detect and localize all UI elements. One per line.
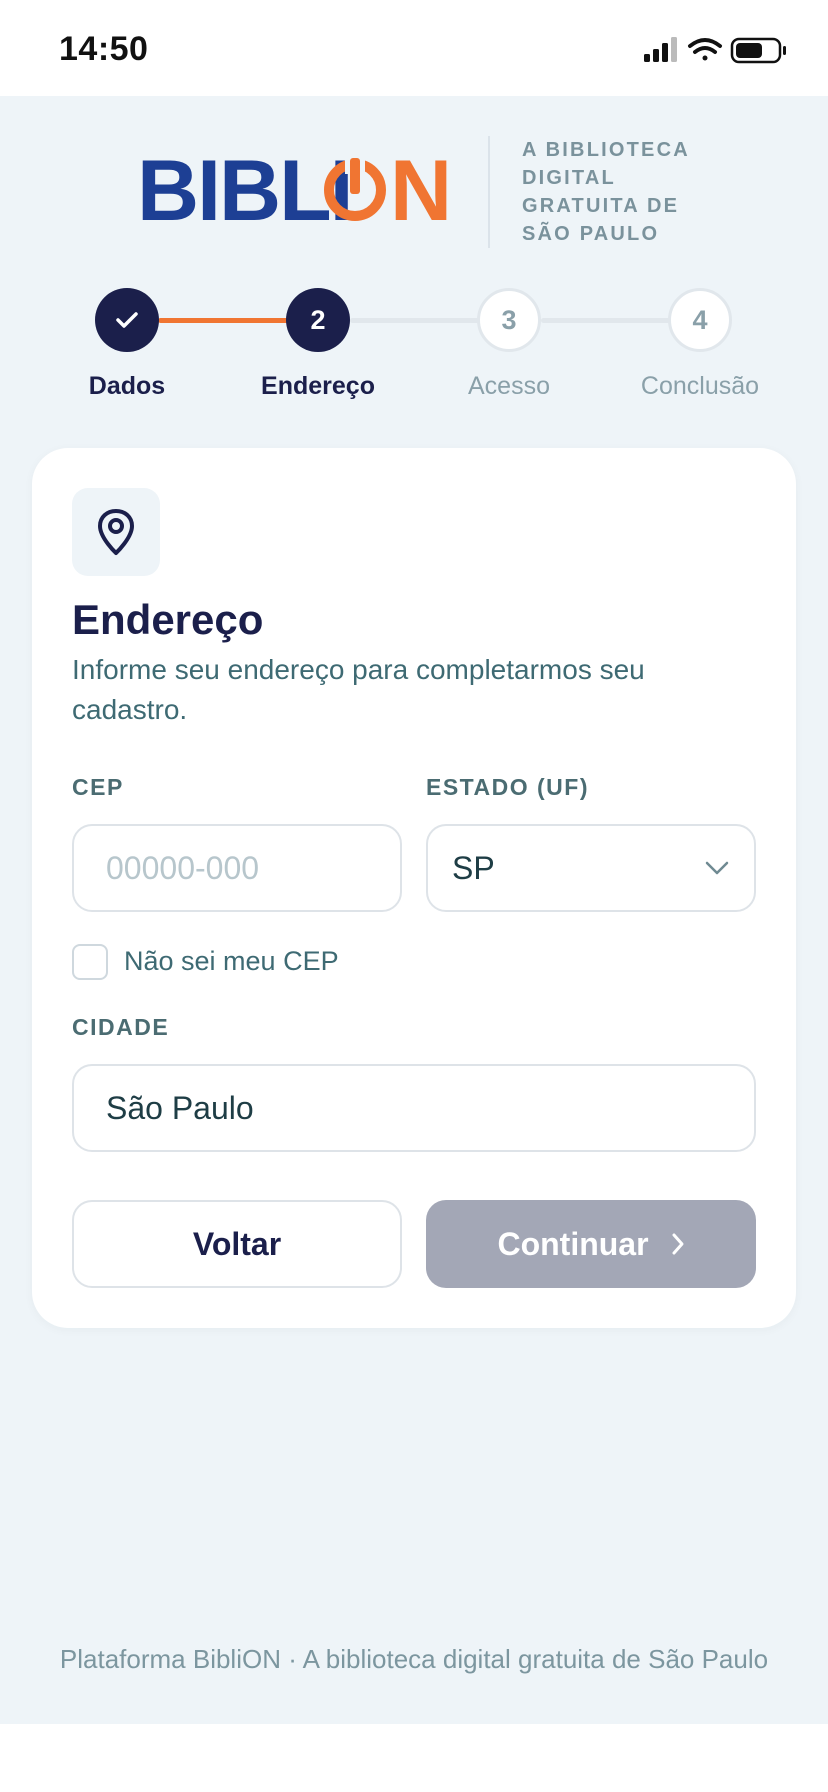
cep-label: CEP: [72, 774, 124, 800]
address-form-card: Endereço Informe seu endereço para compl…: [32, 448, 796, 1328]
estado-selected-value: SP: [452, 849, 495, 886]
signal-wifi-battery-icons: [644, 37, 786, 64]
estado-label: ESTADO (UF): [426, 774, 590, 800]
step-1-circle: [95, 288, 159, 352]
step-2-label: Endereço: [261, 372, 375, 400]
step-1-label: Dados: [88, 372, 166, 400]
step-3-circle: 3: [477, 288, 541, 352]
brand-tagline: A BIBLIOTECA DIGITAL GRATUITA DE SÃO PAU…: [522, 136, 722, 248]
logo-text-bibli: BIBLI: [137, 152, 352, 227]
step-4-label: Conclusão: [640, 372, 760, 400]
chevron-right-icon: [671, 1232, 685, 1256]
continue-button[interactable]: Continuar: [426, 1200, 756, 1288]
unknown-cep-checkbox[interactable]: [72, 944, 108, 980]
status-icons: [644, 36, 794, 64]
tagline-line: A BIBLIOTECA: [522, 139, 690, 161]
step-connector: [350, 318, 484, 323]
card-icon-container: [72, 488, 160, 576]
back-button[interactable]: Voltar: [72, 1200, 402, 1288]
unknown-cep-label[interactable]: Não sei meu CEP: [124, 946, 339, 977]
card-subtitle: Informe seu endereço para completarmos s…: [72, 654, 645, 725]
battery-icon: [730, 37, 786, 64]
back-button-label: Voltar: [192, 1225, 282, 1262]
logo-text-n: N: [390, 152, 452, 227]
cep-input[interactable]: [72, 824, 402, 912]
status-bar: 14:50: [0, 0, 828, 96]
status-time: 14:50: [59, 30, 149, 68]
step-connector: [541, 318, 675, 323]
biblion-logo: BIBLI N: [137, 143, 457, 239]
chevron-down-icon: [705, 861, 729, 875]
wifi-icon: [688, 38, 722, 61]
step-2-circle: 2: [286, 288, 350, 352]
step-3-label: Acesso: [468, 372, 550, 400]
tagline-line: DIGITAL: [522, 167, 616, 189]
map-pin-icon: [98, 509, 134, 555]
tagline-line: GRATUITA DE: [522, 195, 680, 217]
logo-divider: [488, 136, 490, 248]
cidade-label: CIDADE: [72, 1014, 170, 1040]
signal-icon: [644, 37, 677, 62]
cidade-input[interactable]: [72, 1064, 756, 1152]
footer-text: Plataforma BibliON · A biblioteca digita…: [59, 1644, 769, 1674]
estado-select[interactable]: SP: [426, 824, 756, 912]
step-connector-completed: [158, 318, 292, 323]
continue-button-label: Continuar: [497, 1225, 649, 1262]
step-4-circle: 4: [668, 288, 732, 352]
card-title: Endereço: [72, 596, 264, 643]
tagline-line: SÃO PAULO: [522, 223, 660, 245]
bottom-safe-area: [0, 1724, 828, 1792]
check-icon: [116, 312, 138, 328]
